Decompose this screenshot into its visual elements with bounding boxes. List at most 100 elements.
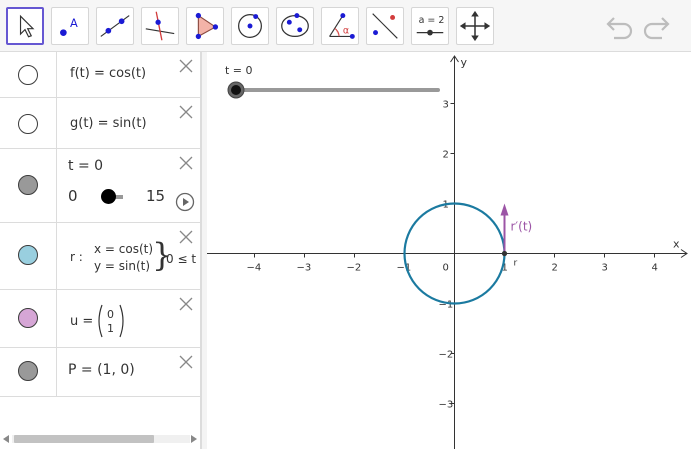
- visibility-marble-f[interactable]: [18, 65, 38, 85]
- y-tick-label: −2: [439, 350, 454, 361]
- visibility-marble-g[interactable]: [18, 114, 38, 134]
- x-axis-label: x: [673, 238, 680, 251]
- reflect-tool-button[interactable]: [366, 7, 404, 45]
- graphics-canvas[interactable]: −4 −3 −2 −1 0 1 2 3 4321−1−2−3 r′(t) r x y t = 0: [207, 52, 691, 449]
- move-graphics-tool-button[interactable]: [456, 7, 494, 45]
- point-tool-label: A: [70, 16, 78, 30]
- marble-column: [0, 223, 57, 289]
- vector-matrix: 0 1: [98, 304, 124, 338]
- cursor-arrow-icon: [19, 14, 35, 38]
- x-tick-label: 4: [652, 263, 658, 274]
- angle-tool-button[interactable]: α: [321, 7, 359, 45]
- velocity-vector-arrowhead: [500, 203, 509, 216]
- algebra-row-t-text[interactable]: t = 0: [68, 158, 103, 174]
- redo-button[interactable]: [640, 12, 672, 40]
- graphics-slider-label: t = 0: [225, 64, 253, 77]
- reflect-icon: [372, 13, 398, 39]
- algebra-slider-knob[interactable]: [101, 189, 116, 204]
- delete-g-button[interactable]: [178, 104, 194, 120]
- undo-icon: [606, 17, 633, 40]
- delete-P-button[interactable]: [178, 354, 194, 370]
- slider-tool-label: a = 2: [419, 15, 445, 26]
- circle-center-icon: [238, 14, 262, 38]
- marble-column: [0, 290, 57, 347]
- visibility-marble-P[interactable]: [18, 361, 38, 381]
- curve-name: r :: [70, 250, 83, 264]
- algebra-row-r[interactable]: r : x = cos(t) y = sin(t) } 0 ≤ t: [0, 223, 200, 290]
- vector-top-value: 0: [107, 308, 114, 321]
- perpendicular-line-icon: [145, 11, 175, 41]
- algebra-row-u[interactable]: u = 0 1: [0, 290, 200, 348]
- curve-y-equation: y = sin(t): [94, 259, 151, 273]
- slider-icon: a = 2: [416, 15, 445, 36]
- x-tick-label: −2: [347, 263, 362, 274]
- slider-tool-button[interactable]: a = 2: [411, 7, 449, 45]
- polygon-icon: [195, 12, 219, 40]
- vector-name: u =: [70, 314, 94, 329]
- curve-x-equation: x = cos(t): [94, 242, 154, 256]
- toolbar: A α a = 2: [0, 0, 691, 52]
- scroll-right-icon[interactable]: [190, 434, 198, 444]
- visibility-marble-u[interactable]: [18, 308, 38, 328]
- x-tick-label: −4: [247, 263, 262, 274]
- algebra-row-P-text[interactable]: P = (1, 0): [68, 362, 135, 378]
- graphics-view[interactable]: −4 −3 −2 −1 0 1 2 3 4 3 2 1 −1 −2 −3 r′(t) r x y t = 0: [207, 52, 691, 449]
- x-tick-label: 0: [443, 263, 449, 274]
- algebra-row-f-text[interactable]: f(t) = cos(t): [70, 66, 146, 81]
- visibility-marble-t[interactable]: [18, 175, 38, 195]
- delete-f-button[interactable]: [178, 58, 194, 74]
- algebra-horizontal-scrollbar[interactable]: [0, 431, 201, 445]
- marble-column: [0, 348, 57, 396]
- ellipse-tool-button[interactable]: [276, 7, 314, 45]
- graphics-slider-knob-center: [231, 85, 241, 95]
- marble-column: [0, 98, 57, 148]
- redo-icon: [643, 17, 670, 40]
- algebra-row-g[interactable]: g(t) = sin(t): [0, 98, 200, 149]
- marble-column: [0, 149, 57, 222]
- x-tick-label: 3: [602, 263, 608, 274]
- algebra-row-P[interactable]: P = (1, 0): [0, 348, 200, 397]
- point-tool-button[interactable]: A: [51, 7, 89, 45]
- close-icon: [179, 156, 193, 170]
- line-tool-button[interactable]: [96, 7, 134, 45]
- polygon-tool-button[interactable]: [186, 7, 224, 45]
- delete-t-button[interactable]: [178, 155, 194, 171]
- delete-u-button[interactable]: [178, 296, 194, 312]
- x-tick-label: −3: [297, 263, 312, 274]
- y-tick-label: −3: [439, 400, 454, 411]
- close-icon: [179, 297, 193, 311]
- circle-tool-button[interactable]: [231, 7, 269, 45]
- algebra-view: f(t) = cos(t) g(t) = sin(t) t = 0 0 15 r…: [0, 52, 201, 449]
- scroll-thumb[interactable]: [14, 435, 154, 443]
- visibility-marble-r[interactable]: [18, 245, 38, 265]
- close-icon: [179, 59, 193, 73]
- close-icon: [179, 355, 193, 369]
- angle-tool-label: α: [343, 26, 349, 37]
- ellipse-icon: [281, 13, 309, 38]
- play-animation-button[interactable]: [175, 192, 195, 212]
- marble-column: [0, 52, 57, 97]
- vector-bottom-value: 1: [107, 322, 114, 335]
- move-arrows-icon: [459, 10, 491, 42]
- perpendicular-tool-button[interactable]: [141, 7, 179, 45]
- x-tick-label: 2: [552, 263, 558, 274]
- close-icon: [179, 105, 193, 119]
- delete-r-button[interactable]: [178, 229, 194, 245]
- velocity-vector-label: r′(t): [511, 220, 533, 234]
- line-icon: [100, 15, 130, 37]
- move-tool-button[interactable]: [6, 7, 44, 45]
- y-tick-label: 3: [443, 100, 449, 111]
- slider-max-label: 15: [146, 187, 166, 205]
- scroll-left-icon[interactable]: [2, 434, 10, 444]
- curve-condition: 0 ≤ t: [166, 252, 197, 266]
- undo-button[interactable]: [604, 12, 636, 40]
- algebra-row-t[interactable]: t = 0 0 15: [0, 149, 200, 223]
- point-icon: A: [60, 16, 78, 36]
- point-r-label: r: [514, 259, 518, 269]
- point-r[interactable]: [501, 250, 508, 257]
- algebra-row-f[interactable]: f(t) = cos(t): [0, 52, 200, 98]
- algebra-row-g-text[interactable]: g(t) = sin(t): [70, 116, 147, 131]
- y-axis-label: y: [461, 56, 468, 69]
- y-tick-label: 2: [443, 150, 449, 161]
- play-icon: [175, 192, 195, 212]
